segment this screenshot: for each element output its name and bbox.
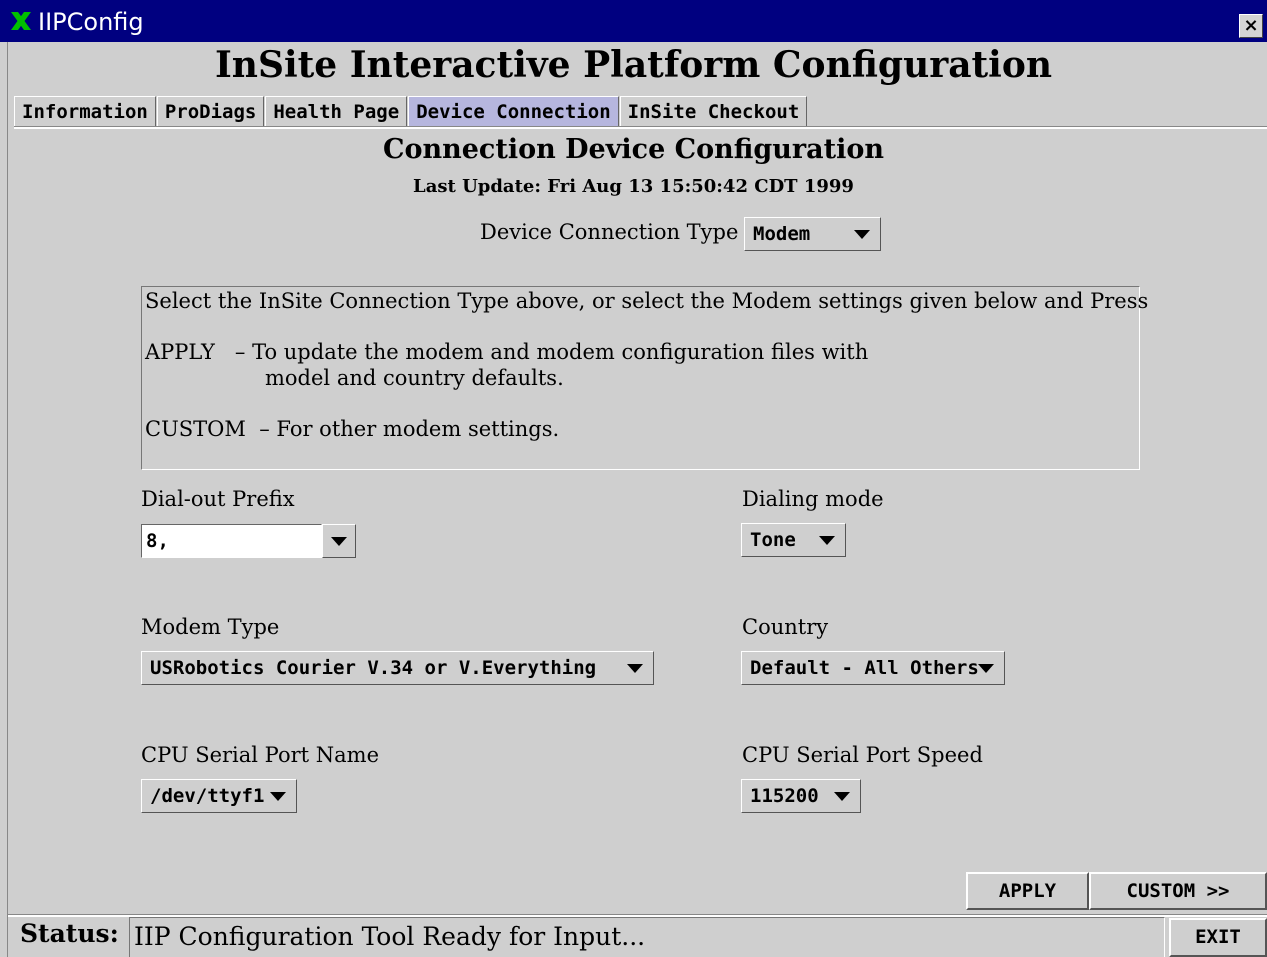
dialout-prefix-dropdown-button[interactable] — [322, 524, 356, 558]
country-value: Default - All Others — [750, 657, 979, 679]
modem-type-value: USRobotics Courier V.34 or V.Everything — [150, 657, 597, 679]
page-title: InSite Interactive Platform Configuratio… — [214, 44, 1053, 86]
instructions-line: Select the InSite Connection Type above,… — [145, 289, 1149, 313]
chevron-down-icon — [834, 792, 850, 801]
tab-device-connection[interactable]: Device Connection — [408, 96, 619, 126]
tab-information[interactable]: Information — [14, 96, 156, 126]
tab-divider — [14, 126, 1267, 129]
chevron-down-icon — [819, 536, 835, 545]
status-label: Status: — [20, 919, 119, 948]
country-label: Country — [742, 615, 829, 639]
app-title: IIPConfig — [38, 8, 144, 36]
device-connection-type-select[interactable]: Modem — [744, 217, 881, 251]
chevron-down-icon — [270, 792, 286, 801]
apply-button[interactable]: APPLY — [966, 872, 1089, 910]
dialing-mode-select[interactable]: Tone — [741, 523, 846, 557]
custom-instruction: CUSTOM – For other modem settings. — [145, 417, 560, 441]
dialout-prefix-label: Dial-out Prefix — [141, 487, 295, 511]
chevron-down-icon — [978, 664, 994, 673]
custom-button[interactable]: CUSTOM >> — [1089, 872, 1267, 910]
apply-instruction-cont: model and country defaults. — [265, 366, 564, 390]
serial-port-name-value: /dev/ttyf1 — [150, 785, 265, 807]
serial-port-speed-select[interactable]: 115200 — [741, 779, 861, 813]
close-window-button[interactable]: × — [1239, 14, 1263, 38]
status-message: IIP Configuration Tool Ready for Input..… — [129, 917, 1165, 957]
chevron-down-icon — [331, 537, 347, 546]
window-title-bar[interactable]: IIPConfig × — [0, 0, 1267, 42]
x-logo-icon — [11, 12, 31, 30]
serial-port-name-select[interactable]: /dev/ttyf1 — [141, 779, 297, 813]
instructions-panel: Select the InSite Connection Type above,… — [141, 286, 1148, 470]
serial-port-speed-value: 115200 — [750, 785, 819, 807]
device-connection-type-label: Device Connection Type — [480, 220, 739, 244]
dialing-mode-value: Tone — [750, 529, 796, 551]
serial-port-speed-label: CPU Serial Port Speed — [742, 743, 983, 767]
chevron-down-icon — [627, 664, 643, 673]
chevron-down-icon — [854, 230, 870, 239]
exit-button[interactable]: EXIT — [1169, 918, 1267, 957]
dialout-prefix-input[interactable]: 8, — [141, 524, 322, 558]
dialing-mode-label: Dialing mode — [742, 487, 884, 511]
modem-type-select[interactable]: USRobotics Courier V.34 or V.Everything — [141, 651, 654, 685]
country-select[interactable]: Default - All Others — [741, 651, 1005, 685]
tab-insite-checkout[interactable]: InSite Checkout — [619, 96, 808, 126]
last-update-text: Last Update: Fri Aug 13 15:50:42 CDT 199… — [413, 176, 854, 197]
serial-port-name-label: CPU Serial Port Name — [141, 743, 379, 767]
section-title: Connection Device Configuration — [382, 134, 885, 165]
modem-type-label: Modem Type — [141, 615, 280, 639]
tab-bar: Information ProDiags Health Page Device … — [14, 96, 808, 127]
tab-health-page[interactable]: Health Page — [265, 96, 408, 126]
tab-prodiags[interactable]: ProDiags — [156, 96, 265, 126]
device-connection-type-value: Modem — [753, 223, 811, 245]
apply-instruction: APPLY – To update the modem and modem co… — [145, 340, 869, 364]
